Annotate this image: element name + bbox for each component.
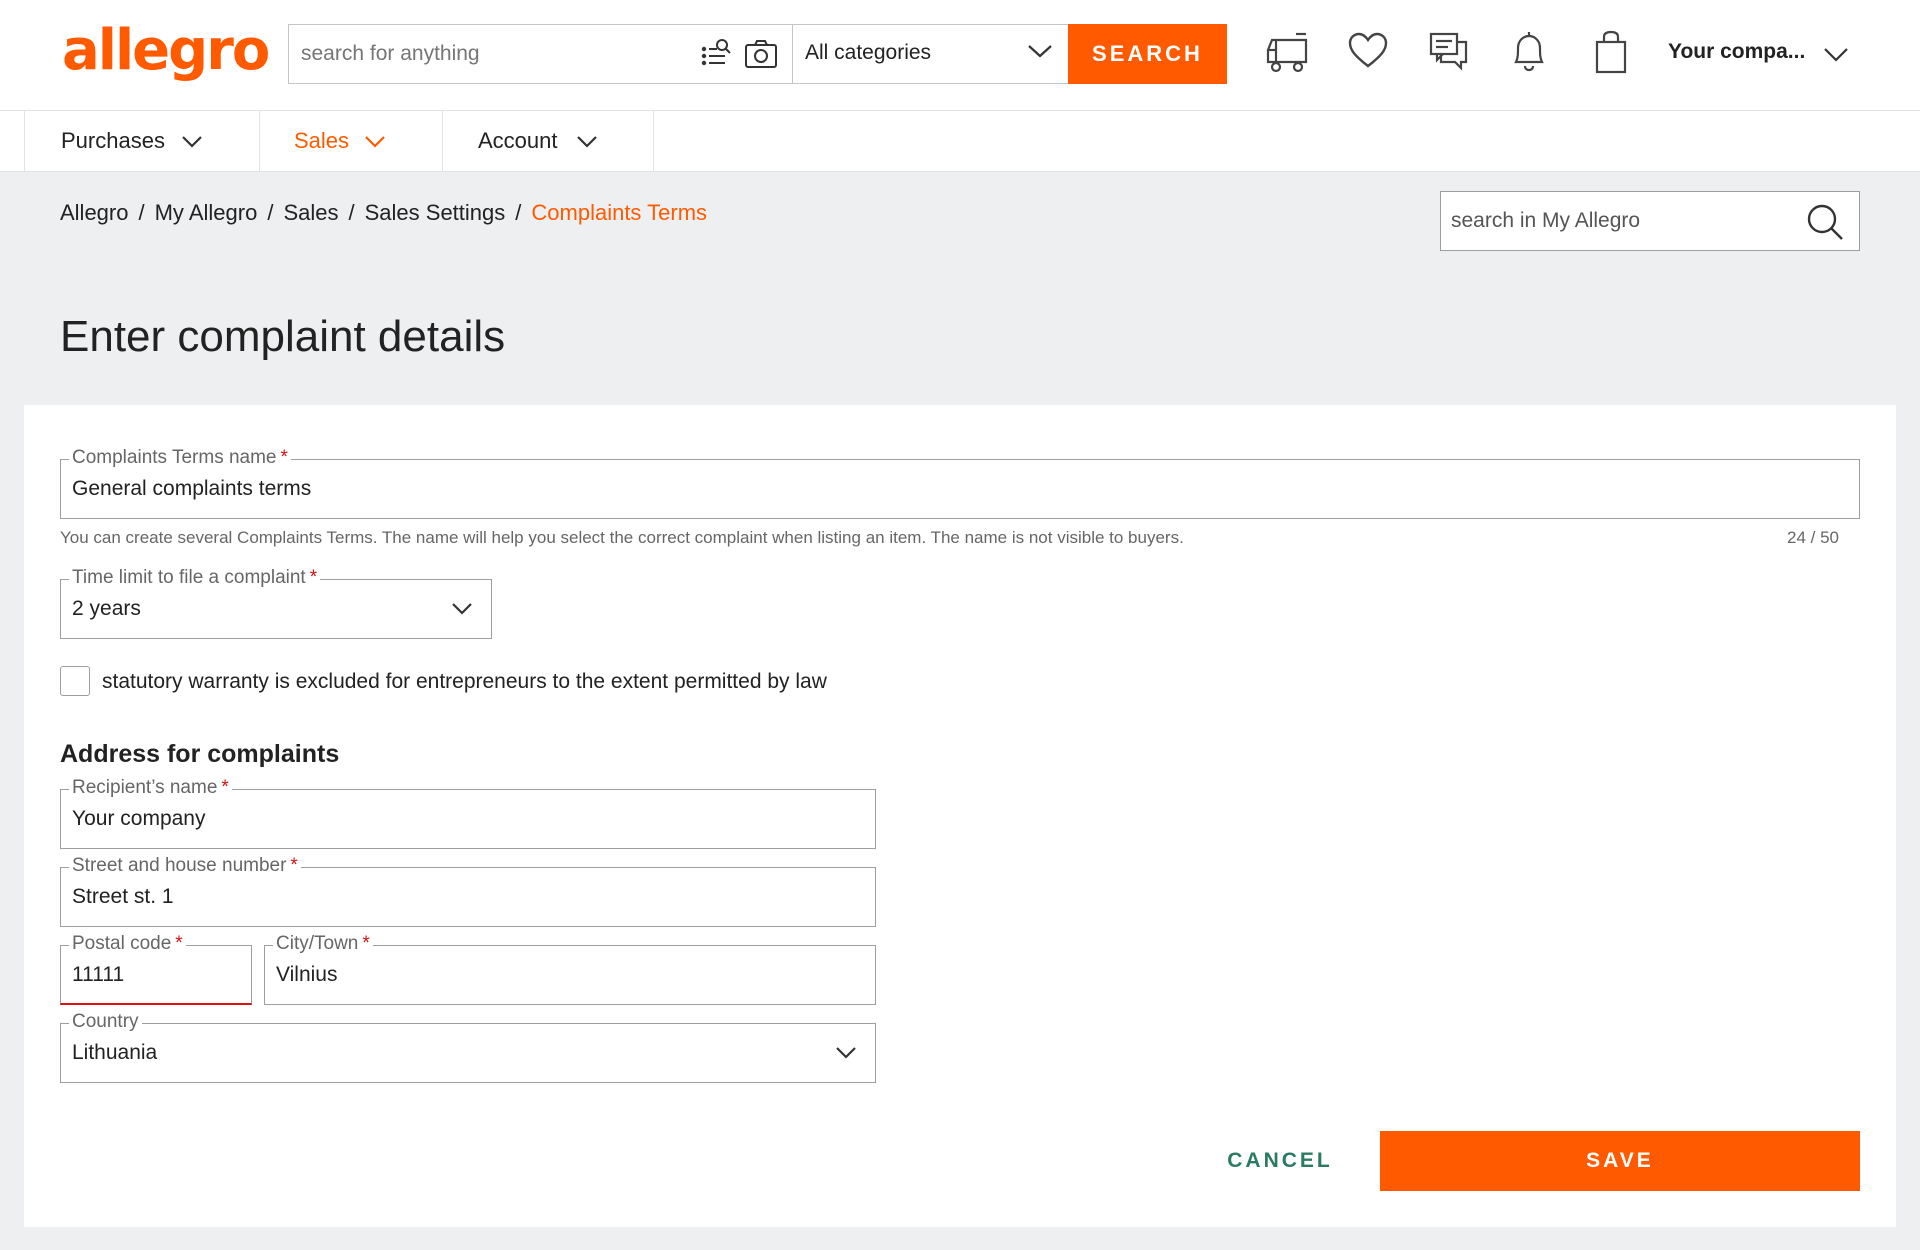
terms-name-hint: You can create several Complaints Terms.… — [60, 528, 1184, 547]
top-header: allegro All categories SEARCH — [0, 0, 1920, 111]
main-nav: Purchases Sales Account — [0, 111, 1920, 172]
breadcrumb-item[interactable]: Allegro — [60, 200, 128, 225]
chevron-down-icon — [577, 136, 597, 148]
search-button[interactable]: SEARCH — [1068, 24, 1227, 84]
recipient-name-input[interactable]: Your company — [72, 807, 205, 831]
my-allegro-search — [1440, 191, 1860, 251]
terms-name-field[interactable]: Complaints Terms name * General complaint… — [60, 447, 1860, 519]
postal-code-input[interactable]: 11111 — [72, 963, 124, 987]
allegro-logo[interactable]: allegro — [62, 18, 270, 83]
account-menu-label[interactable]: Your compa... — [1668, 40, 1805, 64]
breadcrumb-item[interactable]: Sales — [283, 200, 338, 225]
nav-item-sales[interactable]: Sales — [259, 111, 442, 171]
nav-item-label: Purchases — [61, 128, 165, 153]
city-input[interactable]: Vilnius — [276, 963, 337, 987]
nav-item-label: Sales — [294, 128, 350, 153]
address-section-title: Address for complaints — [60, 740, 340, 768]
time-limit-value: 2 years — [72, 597, 141, 620]
recipient-name-field[interactable]: Recipient’s name * Your company — [60, 777, 876, 849]
chevron-down-icon — [452, 603, 472, 615]
category-select-value: All categories — [805, 41, 932, 64]
camera-icon[interactable] — [744, 37, 778, 76]
chevron-down-icon — [1028, 45, 1052, 58]
character-counter: 24 / 50 — [1787, 528, 1839, 547]
search-icon[interactable] — [1805, 202, 1845, 242]
chevron-down-icon — [836, 1047, 856, 1059]
country-select[interactable]: Country Lithuania — [60, 1011, 876, 1083]
search-list-icon[interactable] — [699, 37, 733, 76]
breadcrumb: Allegro / My Allegro / Sales / Sales Settings /… — [60, 200, 708, 225]
city-field[interactable]: City/Town * Vilnius — [264, 933, 876, 1005]
street-input[interactable]: Street st. 1 — [72, 885, 174, 909]
field-label: Country — [69, 1011, 142, 1033]
chevron-down-icon — [365, 136, 385, 148]
nav-item-account[interactable]: Account — [442, 111, 654, 171]
country-value: Lithuania — [72, 1041, 158, 1064]
field-label: Postal code * — [69, 933, 186, 955]
terms-name-input[interactable]: General complaints terms — [72, 477, 311, 501]
field-label: Recipient’s name * — [69, 777, 232, 799]
search-input[interactable] — [301, 25, 681, 83]
delivery-truck-icon[interactable] — [1260, 30, 1310, 81]
postal-code-field[interactable]: Postal code * 11111 — [60, 933, 252, 1005]
nav-item-label: Account — [478, 128, 558, 153]
field-label: Complaints Terms name * — [69, 447, 291, 469]
breadcrumb-item[interactable]: My Allegro — [155, 200, 258, 225]
warranty-checkbox-label[interactable]: statutory warranty is excluded for entre… — [102, 670, 827, 694]
field-label: City/Town * — [273, 933, 373, 955]
bell-icon[interactable] — [1508, 30, 1550, 79]
field-label: Street and house number * — [69, 855, 301, 877]
warranty-checkbox[interactable] — [60, 666, 90, 696]
chevron-down-icon — [182, 136, 202, 148]
breadcrumb-current: Complaints Terms — [531, 200, 708, 225]
save-button[interactable]: SAVE — [1380, 1131, 1860, 1191]
cancel-button[interactable]: CANCEL — [1215, 1131, 1345, 1191]
street-field[interactable]: Street and house number * Street st. 1 — [60, 855, 876, 927]
time-limit-select[interactable]: Time limit to file a complaint * 2 years — [60, 567, 492, 639]
my-allegro-search-input[interactable] — [1451, 192, 1791, 250]
page-title: Enter complaint details — [60, 312, 506, 361]
nav-item-purchases[interactable]: Purchases — [24, 111, 259, 171]
heart-icon[interactable] — [1347, 30, 1389, 77]
breadcrumb-item[interactable]: Sales Settings — [365, 200, 506, 225]
category-select[interactable]: All categories — [792, 25, 1069, 83]
chat-icon[interactable] — [1428, 30, 1470, 79]
chevron-down-icon[interactable] — [1822, 46, 1850, 64]
field-label: Time limit to file a complaint * — [69, 567, 321, 589]
shopping-bag-icon[interactable] — [1590, 30, 1632, 79]
search-box: All categories — [288, 24, 1068, 84]
